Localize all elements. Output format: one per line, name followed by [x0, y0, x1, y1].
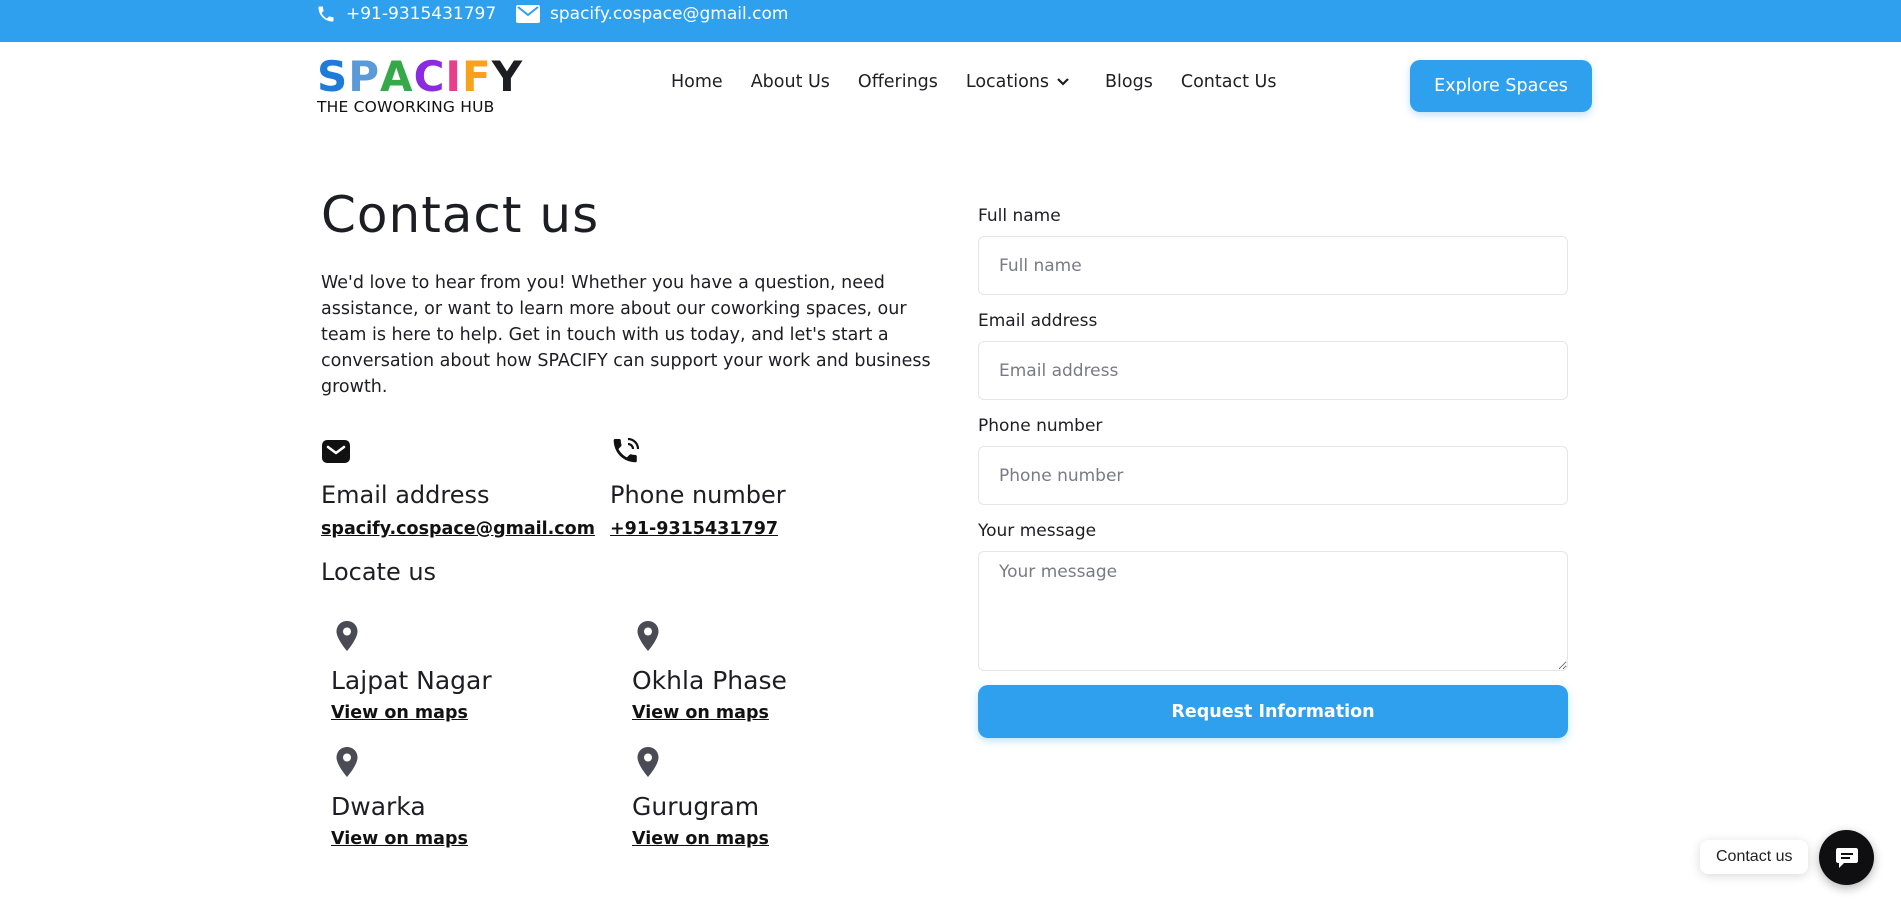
phone-number-input[interactable] [978, 446, 1568, 505]
nav-home[interactable]: Home [671, 72, 723, 92]
email-label: Email address [321, 481, 490, 509]
page-title: Contact us [321, 186, 600, 244]
location-name: Okhla Phase [632, 666, 787, 695]
chat-bubble-icon [1835, 847, 1858, 868]
location-card: Dwarka View on maps [331, 746, 591, 849]
map-pin-icon [336, 621, 358, 651]
chat-contact-label[interactable]: Contact us [1700, 840, 1809, 874]
map-pin-icon [637, 621, 659, 651]
view-on-maps-link[interactable]: View on maps [632, 703, 892, 723]
email-block: Email address spacify.cospace@gmail.com [321, 435, 595, 539]
phone-number-label: Phone number [978, 416, 1103, 436]
location-card: Okhla Phase View on maps [632, 620, 892, 723]
request-information-button[interactable]: Request Information [978, 685, 1568, 738]
chat-button[interactable] [1819, 830, 1874, 885]
view-on-maps-link[interactable]: View on maps [331, 829, 591, 849]
nav-contact-us[interactable]: Contact Us [1181, 72, 1277, 92]
topbar-phone-text: +91-9315431797 [346, 4, 497, 24]
topbar-email-text: spacify.cospace@gmail.com [550, 4, 789, 24]
locate-us-title: Locate us [321, 558, 437, 586]
your-message-textarea[interactable] [978, 551, 1568, 671]
your-message-label: Your message [978, 521, 1097, 541]
phone-label: Phone number [610, 481, 786, 509]
view-on-maps-link[interactable]: View on maps [331, 703, 591, 723]
full-name-label: Full name [978, 206, 1061, 226]
intro-text: We'd love to hear from you! Whether you … [321, 273, 931, 397]
topbar-phone[interactable]: +91-9315431797 [316, 0, 496, 28]
topbar-email[interactable]: spacify.cospace@gmail.com [516, 0, 788, 28]
map-pin-icon [637, 747, 659, 777]
location-name: Dwarka [331, 792, 426, 821]
email-link[interactable]: spacify.cospace@gmail.com [321, 519, 595, 539]
logo[interactable]: S P A C I F Y THE COWORKING HUB [317, 52, 542, 120]
phone-icon [318, 6, 334, 22]
location-card: Lajpat Nagar View on maps [331, 620, 591, 723]
top-bar: +91-9315431797 spacify.cospace@gmail.com [0, 0, 1901, 42]
envelope-icon [322, 440, 350, 463]
email-address-label: Email address [978, 311, 1098, 331]
map-pin-icon [336, 747, 358, 777]
contact-form: Full name Email address Phone number You… [978, 200, 1568, 738]
nav-blogs[interactable]: Blogs [1105, 72, 1153, 92]
email-address-input[interactable] [978, 341, 1568, 400]
phone-block: Phone number +91-9315431797 [610, 435, 786, 539]
view-on-maps-link[interactable]: View on maps [632, 829, 892, 849]
nav-about-us[interactable]: About Us [751, 72, 830, 92]
location-name: Lajpat Nagar [331, 666, 492, 695]
main-nav: Home About Us Offerings Locations Blogs … [671, 72, 1304, 92]
location-name: Gurugram [632, 792, 760, 821]
nav-offerings[interactable]: Offerings [858, 72, 938, 92]
chevron-down-icon [1057, 78, 1069, 86]
full-name-input[interactable] [978, 236, 1568, 295]
nav-locations[interactable]: Locations [966, 72, 1069, 92]
phone-link[interactable]: +91-9315431797 [610, 519, 786, 539]
phone-call-icon [613, 437, 640, 463]
logo-wordmark: S P A C I F Y [317, 52, 524, 101]
location-card: Gurugram View on maps [632, 746, 892, 849]
mail-icon [516, 5, 540, 23]
explore-spaces-button[interactable]: Explore Spaces [1410, 60, 1592, 112]
